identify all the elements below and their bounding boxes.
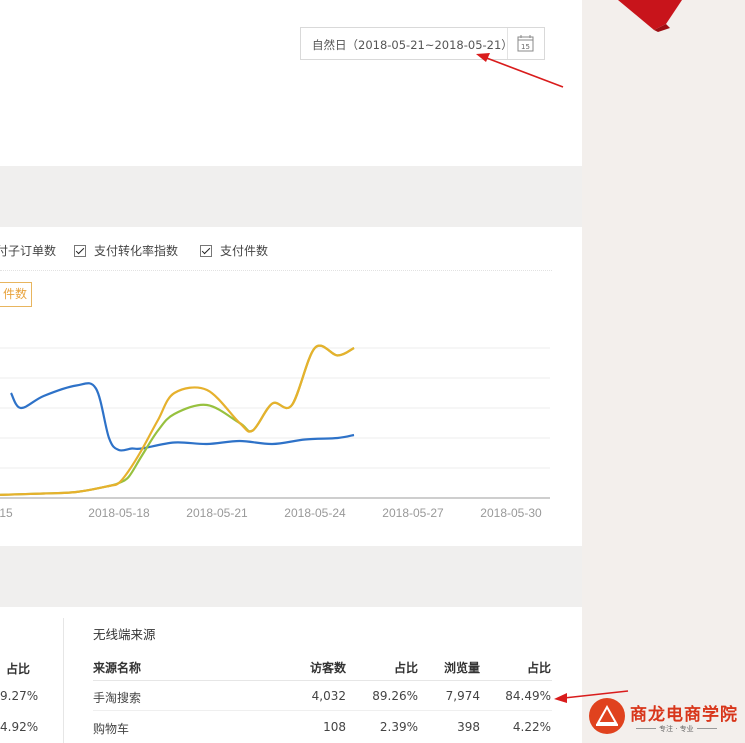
- x-tick-label: 2018-05-27: [382, 506, 444, 520]
- checkbox-checked-icon[interactable]: [200, 245, 212, 257]
- legend-label: 付子订单数: [0, 244, 57, 258]
- logo-mark-icon: [589, 698, 625, 734]
- legend-item-sub-orders[interactable]: 付子订单数: [0, 242, 56, 259]
- brand-logo: 商龙电商学院 专注 · 专业: [589, 698, 741, 738]
- series-line-2[interactable]: [0, 344, 355, 496]
- pageview-count: 7,974: [445, 689, 480, 703]
- annotation-arrow: [476, 53, 564, 88]
- visitor-share: 2.39%: [379, 720, 418, 734]
- left-column-value: 4.92%: [0, 720, 39, 734]
- legend-item-conversion[interactable]: 支付转化率指数: [74, 242, 178, 259]
- x-tick-label: 2018-05-24: [284, 506, 346, 520]
- series-line-0[interactable]: [10, 382, 355, 452]
- column-header-pageviews: 浏览量: [443, 661, 480, 675]
- checkbox-checked-icon[interactable]: [74, 245, 86, 257]
- legend-label: 支付件数: [220, 244, 269, 258]
- source-name[interactable]: 手淘搜索: [93, 689, 141, 706]
- x-tick-label: 2018-05-21: [186, 506, 248, 520]
- legend-label: 支付转化率指数: [94, 244, 179, 258]
- table-title: 无线端来源: [93, 627, 156, 642]
- legend-item-pay-items[interactable]: 支付件数: [200, 242, 268, 259]
- x-tick-label: 2018-05-18: [88, 506, 150, 520]
- left-column-value: 9.27%: [0, 689, 39, 703]
- column-header-visitors: 访客数: [309, 661, 346, 675]
- row-divider: [93, 710, 552, 711]
- pageview-share: 4.22%: [512, 720, 551, 734]
- trend-chart-panel: 15 2018-05-18 2018-05-21 2018-05-24 2018-05-…: [0, 227, 582, 546]
- x-tick-label: 15: [0, 506, 13, 520]
- legend-divider: [0, 270, 552, 271]
- ribbon-decoration: [618, 0, 682, 32]
- right-background: [582, 0, 745, 743]
- pageview-share: 84.49%: [505, 689, 551, 703]
- header-divider: [93, 680, 552, 681]
- metric-tag[interactable]: 件数: [0, 282, 32, 307]
- logo-name: 商龙电商学院: [630, 705, 738, 725]
- trend-chart: 15 2018-05-18 2018-05-21 2018-05-24 2018-05-…: [0, 344, 550, 520]
- series-line-1[interactable]: [0, 344, 355, 496]
- visitor-share: 89.26%: [372, 689, 418, 703]
- column-header-share: 占比: [393, 661, 418, 675]
- source-name[interactable]: 购物车: [93, 720, 129, 737]
- x-tick-label: 2018-05-30: [480, 506, 542, 520]
- visitor-count: 4,032: [311, 689, 346, 703]
- pageview-count: 398: [457, 720, 480, 734]
- table-divider: [63, 618, 64, 743]
- logo-tagline: 专注 · 专业: [633, 724, 720, 734]
- left-column-header: 占比: [6, 662, 31, 676]
- column-header-share: 占比: [526, 661, 551, 675]
- visitor-count: 108: [323, 720, 346, 734]
- column-header-source: 来源名称: [93, 661, 142, 675]
